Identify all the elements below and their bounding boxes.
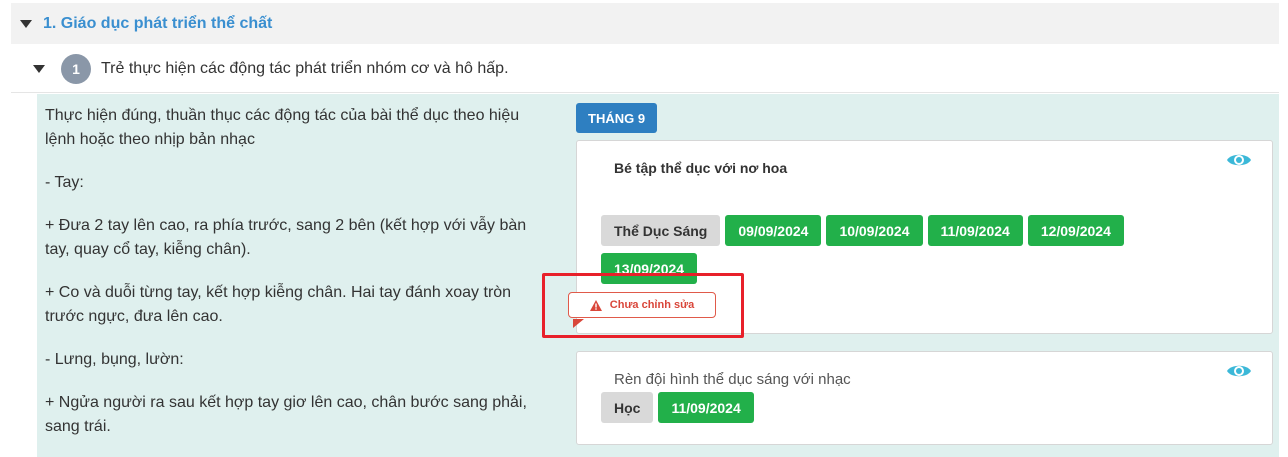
date-tag[interactable]: 11/09/2024 [658,392,754,423]
subsection-title: Trẻ thực hiện các động tác phát triển nh… [101,59,509,77]
date-tag[interactable]: 12/09/2024 [1027,215,1124,246]
description-paragraph: - Tay: [45,174,84,191]
date-tag[interactable]: 10/09/2024 [826,215,923,246]
month-badge: THÁNG 9 [576,103,658,133]
activity-type-tag: Học [601,392,654,423]
activity-card: Rèn đội hình thể dục sáng với nhạc Học 1… [576,351,1273,445]
subsection-header[interactable]: 1 Trẻ thực hiện các động tác phát triển … [11,45,1279,93]
description-paragraph: Thực hiện đúng, thuần thục các động tác … [45,107,520,148]
description-paragraph: + Co và duỗi từng tay, kết hợp kiễng châ… [45,284,512,325]
subsection-number-badge: 1 [61,53,91,84]
activity-title: Rèn đội hình thể dục sáng với nhạc [614,371,851,388]
collapse-triangle-icon[interactable] [33,64,45,73]
highlight-box [542,273,744,338]
description-paragraph: + Ngửa người ra sau kết hợp tay giơ lên … [45,394,527,435]
date-tag[interactable]: 09/09/2024 [725,215,822,246]
activity-tags: Học 11/09/2024 [601,392,754,423]
description-text: Thực hiện đúng, thuần thục các động tác … [45,104,550,457]
date-tag[interactable]: 11/09/2024 [927,215,1023,246]
collapse-triangle-icon[interactable] [20,19,32,28]
activity-type-tag: Thể Dục Sáng [601,215,721,246]
description-paragraph: + Đưa 2 tay lên cao, ra phía trước, sang… [45,217,527,258]
eye-icon[interactable] [1226,363,1252,379]
section-title: 1. Giáo dục phát triển thể chất [43,14,273,32]
eye-icon[interactable] [1226,152,1252,168]
section-header[interactable]: 1. Giáo dục phát triển thể chất [11,3,1279,44]
description-paragraph: - Lưng, bụng, lườn: [45,351,184,368]
activity-title: Bé tập thể dục với nơ hoa [614,160,788,176]
